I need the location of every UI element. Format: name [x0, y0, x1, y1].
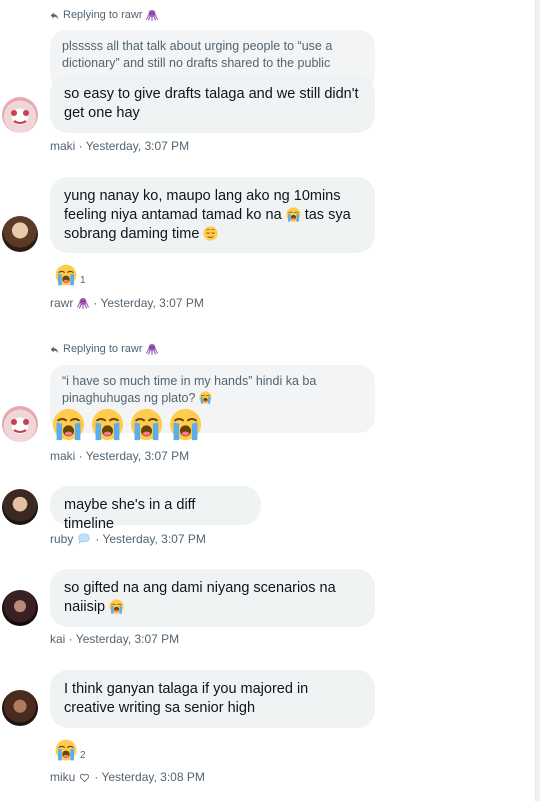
loudly-crying-face-icon — [199, 391, 212, 404]
loudly-crying-face-icon — [91, 408, 124, 441]
message-meta-text: maki · Yesterday, 3:07 PM — [50, 139, 190, 153]
message-meta: maki · Yesterday, 3:07 PM — [50, 139, 189, 153]
reaction-count: 1 — [80, 275, 86, 286]
relieved-face-icon — [203, 226, 218, 241]
reply-arrow-icon — [50, 345, 59, 354]
reaction-badge[interactable]: 2 — [55, 739, 86, 761]
reply-indicator[interactable]: Replying to rawr — [50, 343, 158, 355]
message-meta: kai · Yesterday, 3:07 PM — [50, 632, 179, 646]
message-bubble[interactable]: so gifted na ang dami niyang scenarios n… — [50, 569, 375, 627]
sender-name: miku — [50, 770, 76, 784]
reply-indicator[interactable]: Replying to rawr — [50, 9, 158, 21]
avatar[interactable] — [2, 97, 38, 133]
avatar-art-icon — [11, 110, 29, 124]
avatar[interactable] — [2, 406, 38, 442]
message-text: so gifted na ang dami niyang scenarios n… — [64, 580, 336, 615]
loudly-crying-face-icon — [109, 599, 124, 614]
loudly-crying-face-icon — [55, 739, 77, 761]
message-bubble[interactable]: I think ganyan talaga if you majored in … — [50, 670, 375, 728]
quoted-text: plsssss all that talk about urging peopl… — [62, 39, 333, 70]
white-heart-icon — [79, 772, 90, 783]
loudly-crying-face-icon — [52, 408, 85, 441]
message-meta: ruby · Yesterday, 3:07 PM — [50, 532, 206, 546]
emoji-only-message[interactable] — [52, 408, 208, 441]
message-meta-text: kai · Yesterday, 3:07 PM — [50, 632, 180, 646]
sender-name: rawr — [50, 296, 74, 310]
message-meta: maki · Yesterday, 3:07 PM — [50, 449, 189, 463]
message-meta: miku · Yesterday, 3:08 PM — [50, 770, 205, 784]
message-text: I think ganyan talaga if you majored in … — [64, 681, 309, 716]
message-bubble[interactable]: yung nanay ko, maupo lang ako ng 10mins … — [50, 177, 375, 253]
message-text: so easy to give drafts talaga and we sti… — [64, 86, 359, 121]
timestamp: · Yesterday, 3:07 PM — [95, 532, 206, 546]
reaction-badge[interactable]: 1 — [55, 264, 86, 286]
reaction-count: 2 — [80, 750, 86, 761]
message-meta: rawr · Yesterday, 3:07 PM — [50, 296, 204, 310]
message-bubble[interactable]: so easy to give drafts talaga and we sti… — [50, 75, 375, 133]
message-bubble[interactable]: maybe she's in a diff timeline — [50, 486, 261, 532]
avatar[interactable] — [2, 216, 38, 252]
sender-name: ruby — [50, 532, 74, 546]
avatar[interactable] — [2, 690, 38, 726]
reply-label: Replying to rawr — [63, 9, 143, 21]
avatar-art-icon — [11, 419, 29, 433]
reply-arrow-icon — [50, 11, 59, 20]
loudly-crying-face-icon — [286, 207, 301, 222]
octopus-emoji-icon — [146, 9, 158, 21]
timestamp: · Yesterday, 3:07 PM — [93, 296, 204, 310]
quoted-text: “i have so much time in my hands” hindi … — [62, 374, 317, 405]
scrollbar-track[interactable] — [535, 0, 540, 801]
octopus-emoji-icon — [146, 343, 158, 355]
avatar[interactable] — [2, 590, 38, 626]
speech-balloon-icon — [77, 532, 91, 546]
loudly-crying-face-icon — [130, 408, 163, 441]
reply-label: Replying to rawr — [63, 343, 143, 355]
message-meta-text: maki · Yesterday, 3:07 PM — [50, 449, 190, 463]
loudly-crying-face-icon — [55, 264, 77, 286]
loudly-crying-face-icon — [169, 408, 202, 441]
octopus-emoji-icon — [77, 297, 89, 309]
message-text: maybe she's in a diff timeline — [64, 497, 196, 532]
timestamp: · Yesterday, 3:08 PM — [94, 770, 205, 784]
avatar[interactable] — [2, 489, 38, 525]
